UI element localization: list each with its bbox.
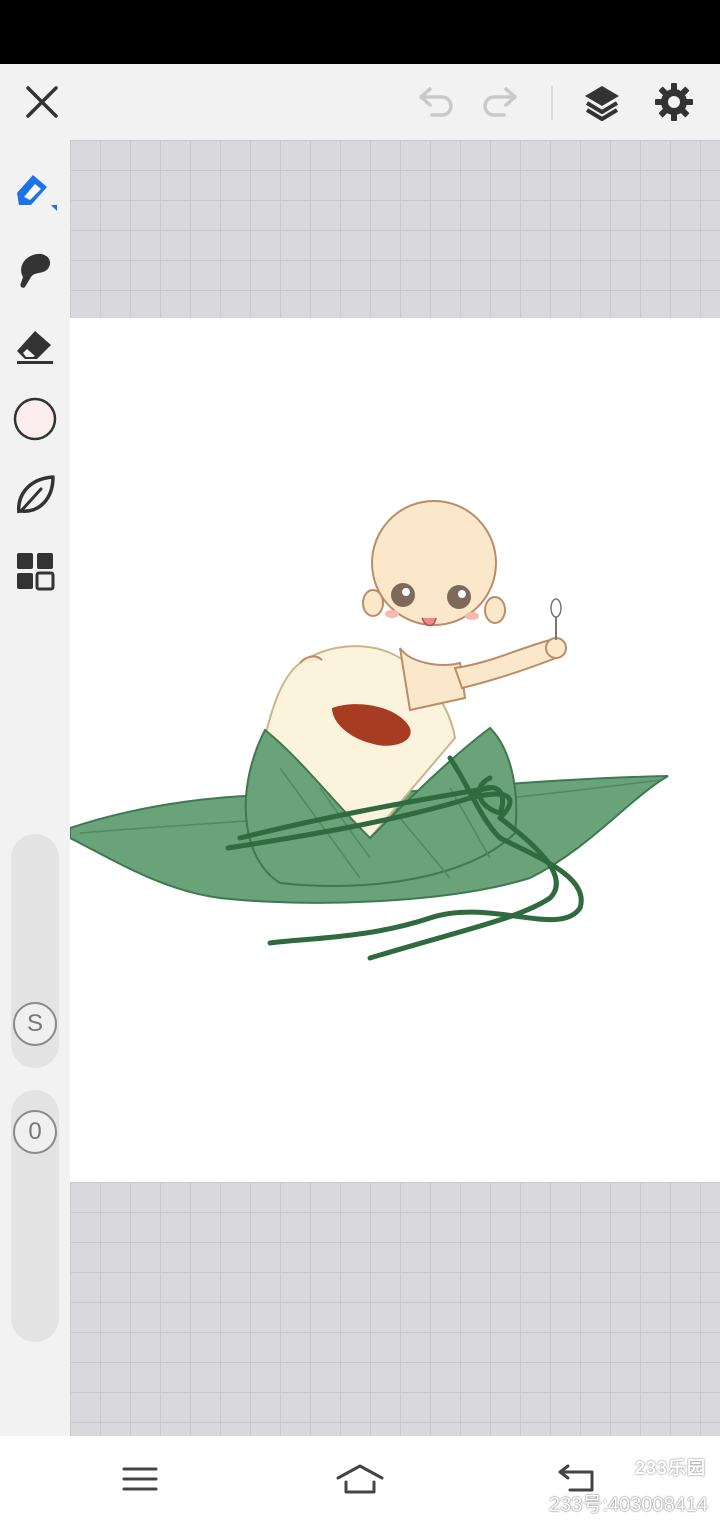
drawing-canvas[interactable] — [70, 318, 720, 1182]
watermark-logo: 233乐园 — [634, 1458, 706, 1478]
eraser-icon — [17, 331, 53, 364]
gear-icon — [655, 83, 693, 121]
brush-size-handle[interactable]: S — [13, 1002, 57, 1046]
brush-size-slider[interactable]: S — [11, 834, 59, 1068]
brush-icon — [17, 175, 57, 211]
redo-icon — [483, 87, 517, 117]
workspace-top — [70, 140, 720, 318]
brush-tool[interactable] — [10, 166, 60, 216]
undo-button[interactable] — [412, 78, 460, 126]
watermark-id: 233号:403008414 — [548, 1494, 708, 1516]
color-swatch-icon — [13, 397, 57, 441]
menu-button[interactable] — [110, 1454, 170, 1504]
toolbar-divider — [551, 86, 553, 120]
left-toolbar: S 0 — [0, 140, 70, 1436]
character-head — [371, 500, 497, 626]
app-bar — [0, 64, 720, 140]
undo-icon — [419, 87, 453, 117]
spoon — [550, 598, 562, 618]
brush-size-label: S — [26, 1010, 43, 1037]
eraser-tool[interactable] — [10, 320, 60, 370]
layers-icon — [585, 86, 619, 121]
texture-tool[interactable] — [10, 470, 60, 520]
color-swatch[interactable] — [10, 394, 60, 444]
more-tools-button[interactable] — [10, 546, 60, 596]
settings-button[interactable] — [650, 78, 698, 126]
close-icon — [26, 86, 58, 118]
smudge-icon — [20, 253, 51, 288]
layers-button[interactable] — [578, 78, 626, 126]
opacity-handle[interactable]: 0 — [13, 1110, 57, 1154]
close-button[interactable] — [18, 78, 66, 126]
home-button[interactable] — [330, 1454, 390, 1504]
leaf-icon — [17, 475, 55, 514]
opacity-slider[interactable]: 0 — [11, 1090, 59, 1342]
redo-button[interactable] — [476, 78, 524, 126]
zongzi-illustration — [70, 500, 669, 961]
status-bar — [0, 0, 720, 64]
menu-icon — [122, 1467, 158, 1491]
smudge-tool[interactable] — [10, 244, 60, 294]
home-icon — [336, 1464, 384, 1494]
workspace-bottom — [70, 1182, 720, 1436]
grid-menu-icon — [17, 553, 55, 591]
opacity-label: 0 — [28, 1118, 42, 1145]
